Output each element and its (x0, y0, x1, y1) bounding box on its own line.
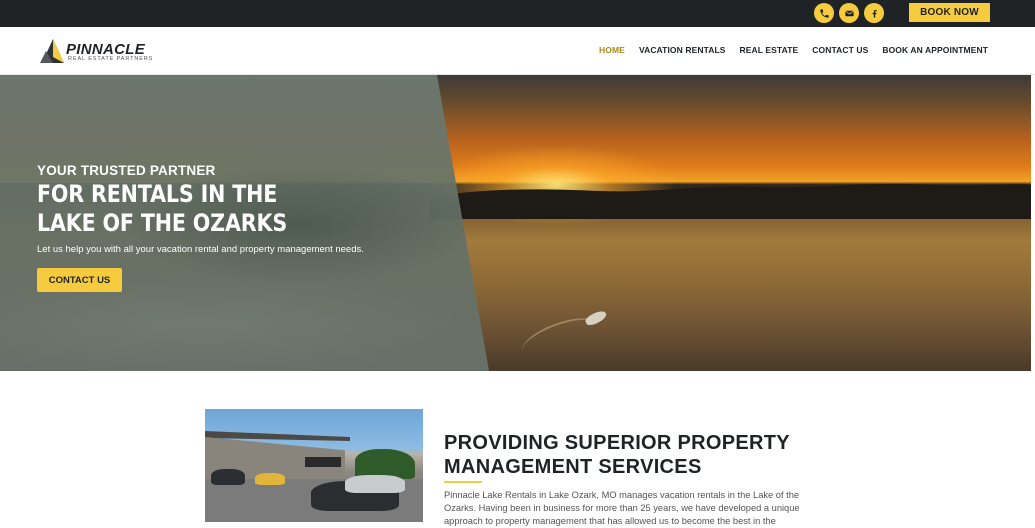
hero-title: FOR RENTALS IN THE LAKE OF THE OZARKS (37, 180, 288, 237)
title-divider (444, 481, 482, 483)
contact-us-button[interactable]: CONTACT US (37, 268, 122, 292)
main-nav: HOME VACATION RENTALS REAL ESTATE CONTAC… (585, 45, 988, 55)
hero-subtitle: Let us help you with all your vacation r… (37, 244, 364, 255)
photo-sign (305, 457, 341, 467)
photo-car (345, 475, 405, 493)
logo[interactable]: PINNACLE REAL ESTATE PARTNERS (40, 37, 170, 65)
section-title: PROVIDING SUPERIOR PROPERTY MANAGEMENT S… (444, 431, 790, 479)
hero-eyebrow: YOUR TRUSTED PARTNER (37, 163, 216, 178)
office-photo (205, 409, 423, 522)
section-body: Pinnacle Lake Rentals in Lake Ozark, MO … (444, 490, 800, 526)
nav-item-home[interactable]: HOME (599, 45, 625, 55)
section-title-line2: MANAGEMENT SERVICES (444, 456, 702, 478)
photo-car (211, 469, 245, 485)
top-bar: BOOK NOW (0, 0, 1035, 27)
hero-banner: YOUR TRUSTED PARTNER FOR RENTALS IN THE … (0, 75, 1031, 371)
site-header: PINNACLE REAL ESTATE PARTNERS HOME VACAT… (0, 27, 1035, 75)
nav-item-book-appointment[interactable]: BOOK AN APPOINTMENT (882, 45, 988, 55)
hero-hills-silhouette (430, 183, 1031, 219)
nav-item-vacation-rentals[interactable]: VACATION RENTALS (639, 45, 726, 55)
mail-icon[interactable] (839, 3, 859, 23)
photo-car (255, 473, 285, 485)
logo-subtext: REAL ESTATE PARTNERS (68, 56, 154, 62)
phone-icon[interactable] (814, 3, 834, 23)
logo-mountain-icon (40, 39, 64, 63)
section-title-line1: PROVIDING SUPERIOR PROPERTY (444, 432, 790, 454)
book-now-button[interactable]: BOOK NOW (909, 3, 990, 22)
facebook-icon[interactable] (864, 3, 884, 23)
nav-item-contact-us[interactable]: CONTACT US (812, 45, 868, 55)
nav-item-real-estate[interactable]: REAL ESTATE (740, 45, 799, 55)
